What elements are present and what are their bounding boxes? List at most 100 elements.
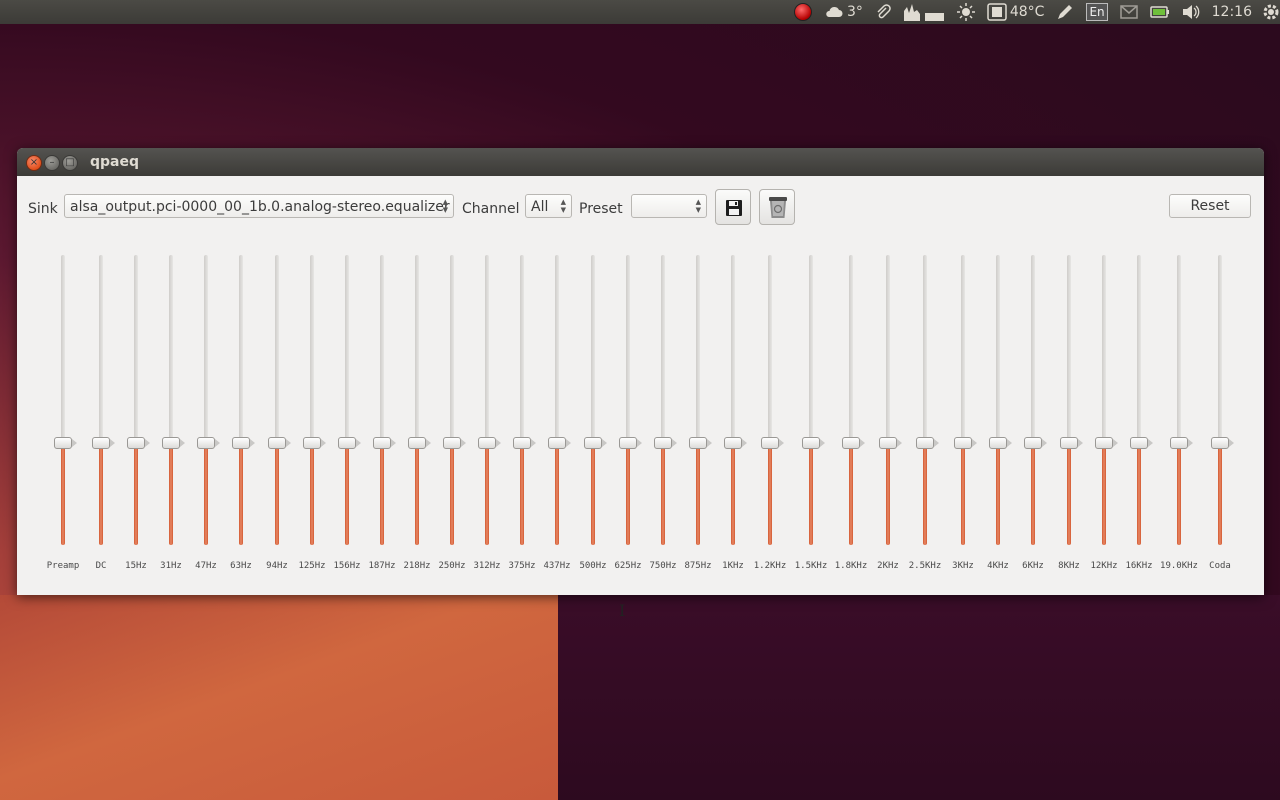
band-slider[interactable]: 312Hz [467,255,507,573]
slider-fill [275,443,279,545]
slider-handle[interactable] [548,437,571,449]
slider-handle[interactable] [954,437,977,449]
slider-handle[interactable] [1060,437,1083,449]
band-slider[interactable]: 2.5KHz [905,255,945,573]
slider-handle[interactable] [619,437,642,449]
band-slider[interactable]: 2KHz [868,255,908,573]
band-slider[interactable]: 1.5KHz [791,255,831,573]
slider-handle[interactable] [443,437,466,449]
band-slider[interactable]: 12KHz [1084,255,1124,573]
slider-handle[interactable] [654,437,677,449]
slider-handle[interactable] [761,437,784,449]
slider-fill [450,443,454,545]
band-slider[interactable]: 625Hz [608,255,648,573]
band-slider[interactable]: 218Hz [397,255,437,573]
band-slider[interactable]: 16KHz [1119,255,1159,573]
slider-handle[interactable] [54,437,77,449]
band-slider[interactable]: 3KHz [943,255,983,573]
slider-fill [239,443,243,545]
slider-fill [591,443,595,545]
keyboard-layout-indicator[interactable]: En [1086,3,1108,21]
band-slider[interactable]: Coda [1200,255,1240,573]
band-slider[interactable]: 875Hz [678,255,718,573]
slider-fill [696,443,700,545]
band-slider[interactable]: 31Hz [151,255,191,573]
slider-handle[interactable] [1170,437,1193,449]
slider-handle[interactable] [338,437,361,449]
band-slider[interactable]: 187Hz [362,255,402,573]
slider-fill [1031,443,1035,545]
band-slider[interactable]: 6KHz [1013,255,1053,573]
brightness-icon[interactable] [956,3,975,21]
slider-fill [849,443,853,545]
slider-fill [1177,443,1181,545]
slider-handle[interactable] [127,437,150,449]
slider-handle[interactable] [303,437,326,449]
slider-fill [996,443,1000,545]
band-slider[interactable]: 94Hz [257,255,297,573]
slider-handle[interactable] [232,437,255,449]
clock[interactable]: 12:16 [1212,4,1252,20]
mail-icon[interactable] [1119,5,1138,19]
slider-handle[interactable] [268,437,291,449]
paperclip-icon[interactable] [875,4,891,20]
slider-handle[interactable] [513,437,536,449]
pen-icon[interactable] [1056,3,1074,21]
slider-fill [345,443,349,545]
equalizer-sliders: Preamp DC 15Hz 31Hz 47Hz 63Hz 94Hz 125Hz 156Hz 18… [17,148,1264,595]
band-slider[interactable]: 375Hz [502,255,542,573]
system-monitor-icon[interactable] [903,3,945,21]
record-indicator-icon[interactable] [793,3,812,21]
slider-handle[interactable] [1211,437,1234,449]
band-slider[interactable]: 750Hz [643,255,683,573]
slider-handle[interactable] [1130,437,1153,449]
band-slider[interactable]: Preamp [43,255,83,573]
slider-fill [415,443,419,545]
band-label: Coda [1209,561,1231,571]
battery-icon[interactable] [1149,5,1170,19]
slider-handle[interactable] [584,437,607,449]
band-slider[interactable]: 500Hz [573,255,613,573]
slider-fill [961,443,965,545]
slider-handle[interactable] [1095,437,1118,449]
slider-fill [923,443,927,545]
slider-handle[interactable] [373,437,396,449]
band-slider[interactable]: DC [81,255,121,573]
slider-handle[interactable] [478,437,501,449]
slider-fill [768,443,772,545]
band-slider[interactable]: 8KHz [1049,255,1089,573]
band-slider[interactable]: 1.8KHz [831,255,871,573]
slider-handle[interactable] [802,437,825,449]
band-slider[interactable]: 63Hz [221,255,261,573]
slider-fill [134,443,138,545]
band-slider[interactable]: 156Hz [327,255,367,573]
slider-fill [485,443,489,545]
top-panel: 3° 48°C En 12:16 [0,0,1280,24]
cpu-temp-indicator[interactable]: 48°C [987,3,1044,21]
band-slider[interactable]: 250Hz [432,255,472,573]
slider-handle[interactable] [724,437,747,449]
cpu-icon [987,3,1007,21]
volume-icon[interactable] [1182,4,1200,20]
slider-handle[interactable] [879,437,902,449]
slider-handle[interactable] [92,437,115,449]
slider-handle[interactable] [989,437,1012,449]
slider-handle[interactable] [408,437,431,449]
band-slider[interactable]: 125Hz [292,255,332,573]
slider-handle[interactable] [197,437,220,449]
slider-handle[interactable] [162,437,185,449]
slider-handle[interactable] [689,437,712,449]
band-slider[interactable]: 47Hz [186,255,226,573]
band-slider[interactable]: 1.2KHz [750,255,790,573]
weather-indicator[interactable]: 3° [824,4,863,20]
settings-gear-icon[interactable] [1262,3,1280,21]
slider-handle[interactable] [1024,437,1047,449]
slider-handle[interactable] [842,437,865,449]
band-slider[interactable]: 1KHz [713,255,753,573]
band-slider[interactable]: 437Hz [537,255,577,573]
band-slider[interactable]: 15Hz [116,255,156,573]
wallpaper-shape [0,595,558,800]
slider-handle[interactable] [916,437,939,449]
band-slider[interactable]: 4KHz [978,255,1018,573]
band-slider[interactable]: 19.0KHz [1159,255,1199,573]
